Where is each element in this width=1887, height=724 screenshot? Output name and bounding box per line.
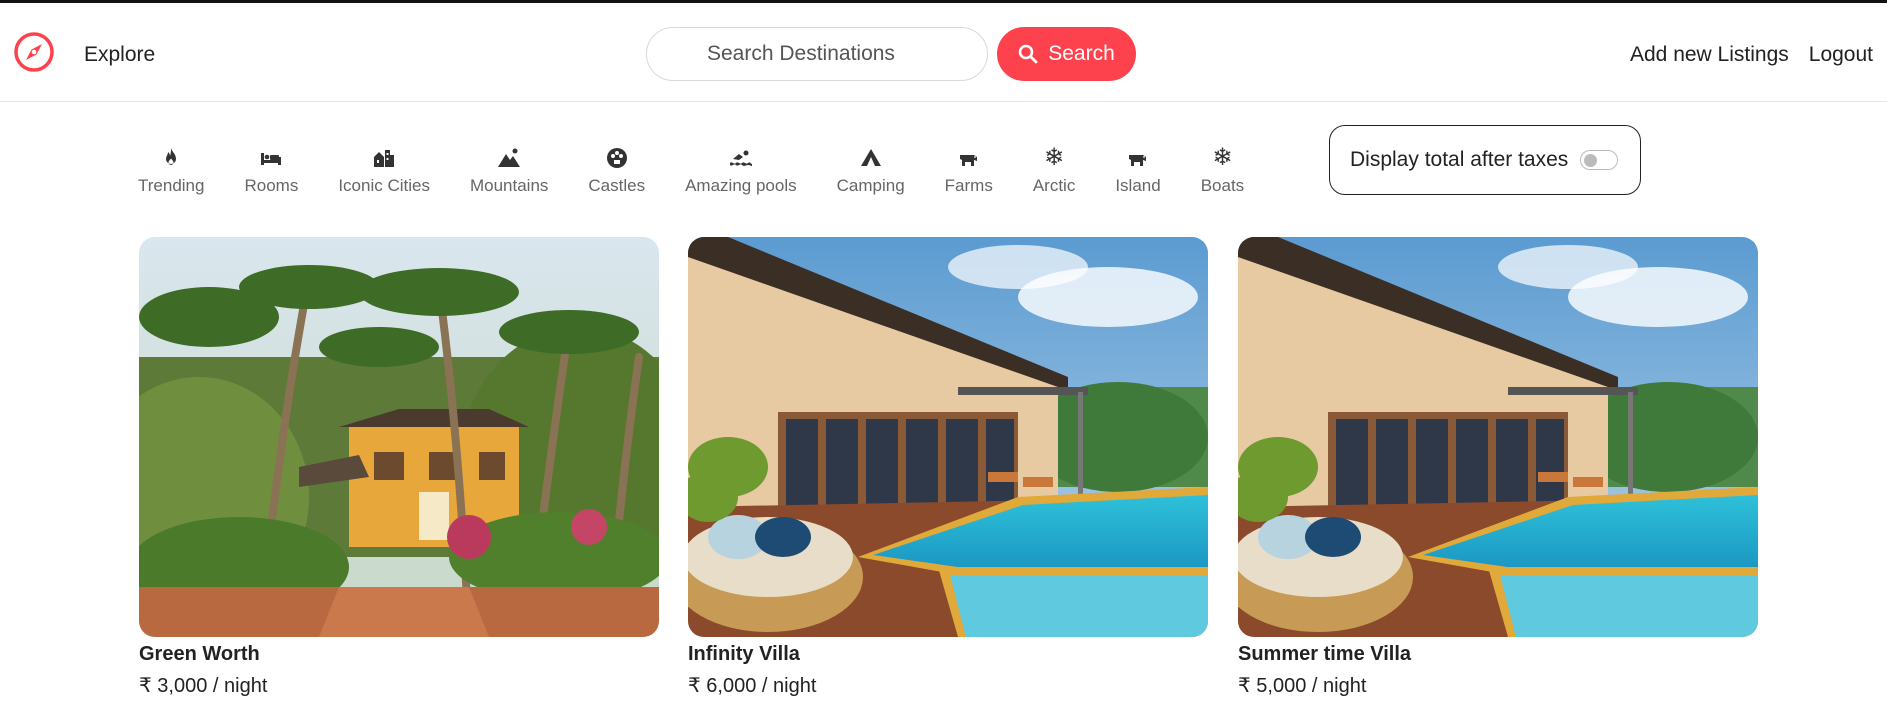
filter-trending[interactable]: Trending bbox=[138, 144, 204, 196]
filter-label: Mountains bbox=[469, 176, 549, 195]
villa-pool-photo bbox=[688, 237, 1208, 637]
search-icon bbox=[1018, 44, 1038, 64]
listing-price: ₹ 5,000 / night bbox=[1238, 675, 1367, 697]
search-button[interactable]: Search bbox=[997, 27, 1136, 81]
listing-image[interactable] bbox=[139, 237, 659, 637]
search-input[interactable] bbox=[646, 27, 988, 81]
cow-icon bbox=[955, 144, 983, 172]
filter-bar: Trending Rooms Iconic Cities Mountains C… bbox=[138, 144, 1284, 196]
listing-card[interactable]: Green Worth ₹ 3,000 / night bbox=[139, 237, 659, 698]
compass-logo-icon[interactable] bbox=[13, 31, 55, 73]
filter-label: Amazing pools bbox=[685, 176, 797, 195]
filter-castles[interactable]: Castles bbox=[588, 144, 645, 196]
tax-toggle-switch[interactable] bbox=[1580, 150, 1619, 170]
villa-pool-photo bbox=[1238, 237, 1758, 637]
swimmer-icon bbox=[727, 144, 755, 172]
listing-card[interactable]: Infinity Villa ₹ 6,000 / night bbox=[688, 237, 1208, 698]
listing-image[interactable] bbox=[688, 237, 1208, 637]
snowflake-icon: ❄ bbox=[1212, 144, 1233, 171]
listing-card[interactable]: Summer time Villa ₹ 5,000 / night bbox=[1238, 237, 1758, 698]
navbar: Explore Search Add new Listings Logout bbox=[0, 3, 1887, 102]
listing-title: Infinity Villa bbox=[688, 643, 800, 665]
nav-right: Add new Listings Logout bbox=[1630, 43, 1873, 67]
tax-toggle-box: Display total after taxes bbox=[1329, 125, 1641, 195]
filter-label: Camping bbox=[836, 176, 905, 195]
bed-icon bbox=[257, 144, 285, 172]
filter-rooms[interactable]: Rooms bbox=[244, 144, 298, 196]
mountain-icon bbox=[495, 144, 523, 172]
filter-mountains[interactable]: Mountains bbox=[470, 144, 548, 196]
filter-boats[interactable]: ❄ Boats bbox=[1201, 144, 1244, 196]
snowflake-icon: ❄ bbox=[1044, 144, 1065, 171]
logout-link[interactable]: Logout bbox=[1809, 43, 1873, 67]
filter-amazing-pools[interactable]: Amazing pools bbox=[685, 144, 797, 196]
listing-image[interactable] bbox=[1238, 237, 1758, 637]
filter-label: Arctic bbox=[1032, 176, 1076, 195]
switch-knob bbox=[1584, 154, 1598, 167]
filter-label: Trending bbox=[138, 176, 205, 195]
filter-island[interactable]: Island bbox=[1115, 144, 1161, 196]
listing-price: ₹ 6,000 / night bbox=[688, 675, 817, 697]
tax-toggle-label: Display total after taxes bbox=[1350, 148, 1569, 171]
filter-label: Farms bbox=[944, 176, 993, 195]
listing-title: Green Worth bbox=[139, 643, 260, 665]
fire-icon bbox=[157, 144, 185, 172]
castle-icon bbox=[603, 144, 631, 172]
search-button-label: Search bbox=[1048, 42, 1115, 65]
filter-iconic-cities[interactable]: Iconic Cities bbox=[338, 144, 430, 196]
filter-label: Island bbox=[1115, 176, 1161, 195]
tent-icon bbox=[857, 144, 885, 172]
filter-label: Iconic Cities bbox=[338, 176, 430, 195]
filter-camping[interactable]: Camping bbox=[837, 144, 905, 196]
filter-arctic[interactable]: ❄ Arctic bbox=[1033, 144, 1076, 196]
filter-label: Castles bbox=[588, 176, 646, 195]
city-icon bbox=[370, 144, 398, 172]
listing-title: Summer time Villa bbox=[1238, 643, 1412, 665]
cow-icon bbox=[1124, 144, 1152, 172]
filter-label: Rooms bbox=[244, 176, 299, 195]
filter-farms[interactable]: Farms bbox=[945, 144, 993, 196]
explore-link[interactable]: Explore bbox=[84, 43, 155, 67]
tropical-house-photo bbox=[139, 237, 659, 637]
add-listing-link[interactable]: Add new Listings bbox=[1630, 43, 1789, 67]
listing-price: ₹ 3,000 / night bbox=[139, 675, 268, 697]
filter-label: Boats bbox=[1200, 176, 1245, 195]
